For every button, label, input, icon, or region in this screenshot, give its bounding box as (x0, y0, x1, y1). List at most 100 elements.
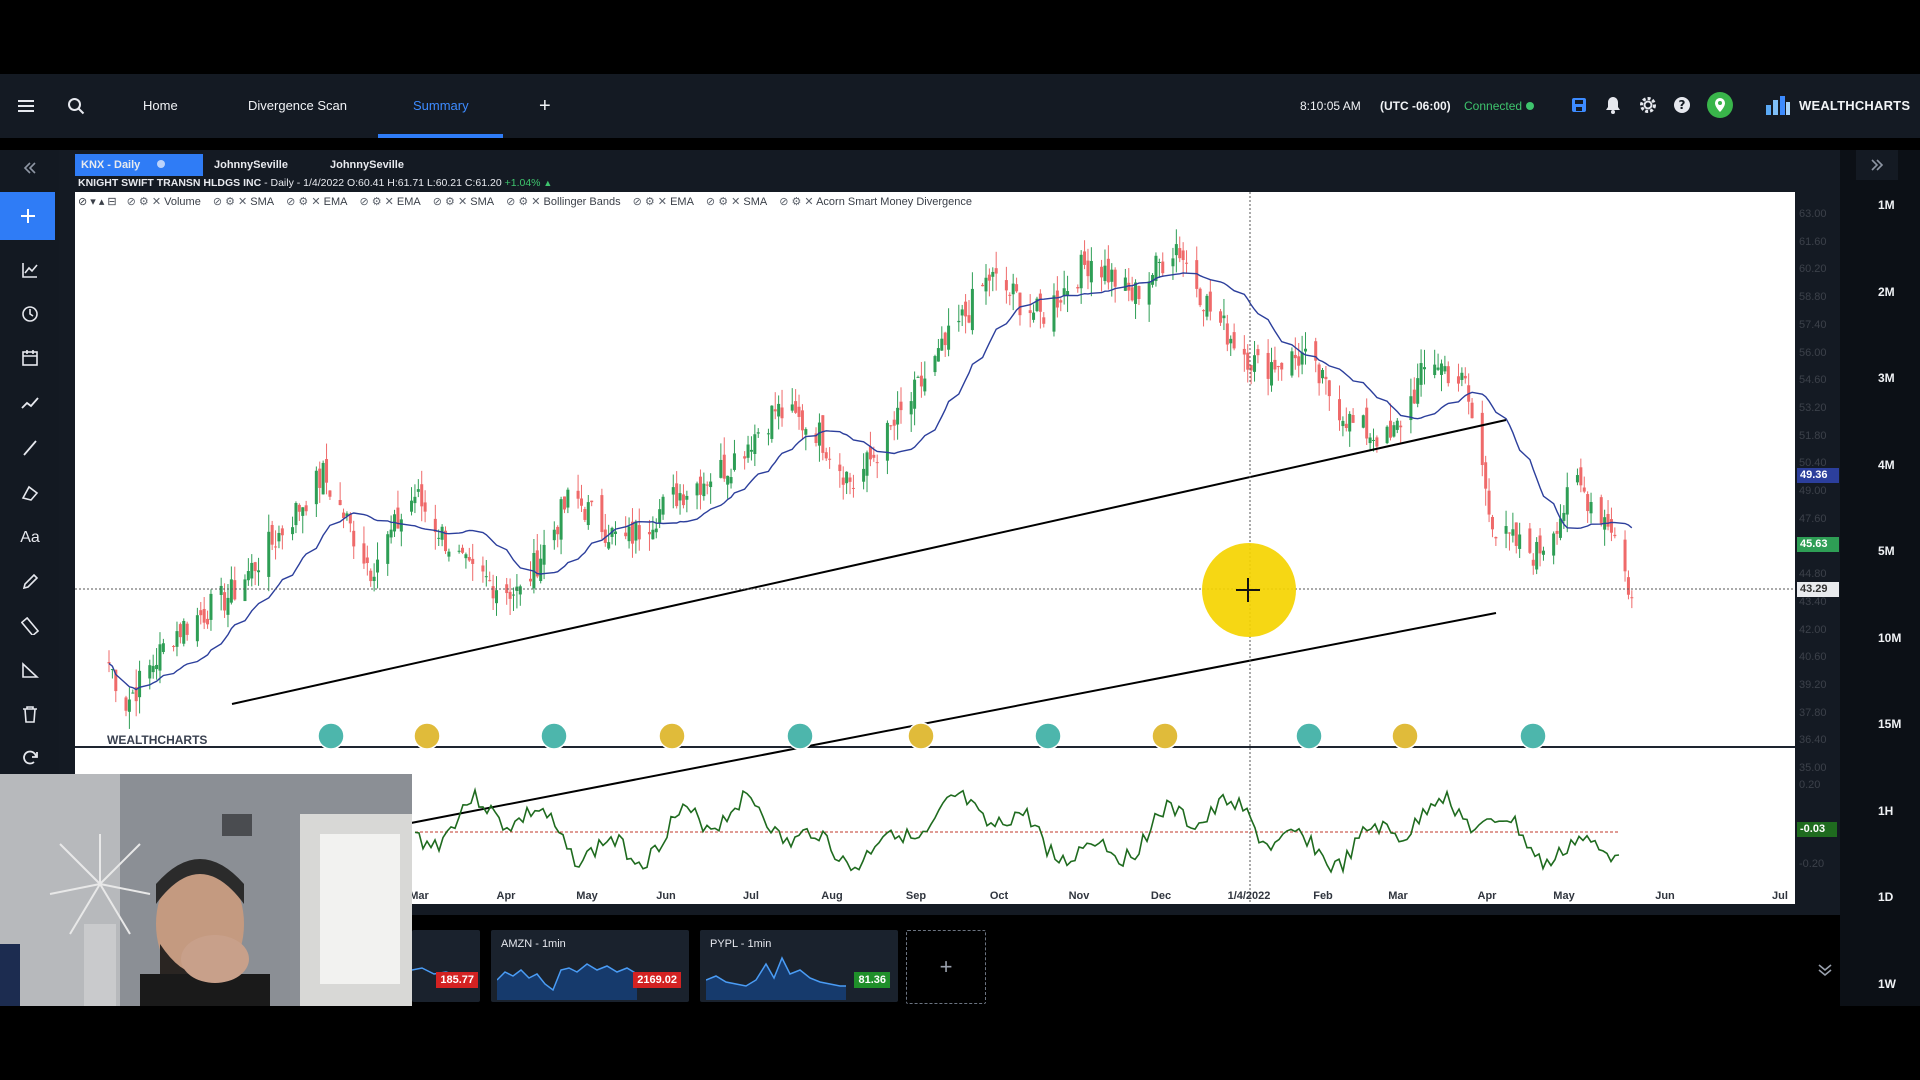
indicator-chip[interactable]: ⊘ ⚙ ✕ Acorn Smart Money Divergence (779, 196, 972, 208)
candle-body (624, 532, 628, 537)
candle-body (447, 551, 451, 557)
indicator-chip[interactable]: ⊘ ⚙ ✕ EMA (633, 196, 694, 208)
candle-body (1535, 541, 1539, 570)
indicator-toggle-icon[interactable]: ⊘ ⚙ ✕ (127, 196, 164, 208)
timeframe-option[interactable]: 2M (1878, 285, 1895, 299)
bell-icon[interactable] (1602, 94, 1624, 116)
indicator-chip[interactable]: ⊘ ⚙ ✕ EMA (286, 196, 347, 208)
timeframe-option[interactable]: 1M (1878, 198, 1895, 212)
gear-icon[interactable] (1637, 94, 1659, 116)
expand-down-icon[interactable] (1810, 955, 1840, 985)
timeframe-option[interactable]: 1D (1878, 890, 1893, 904)
collapse-right-icon[interactable] (1856, 150, 1898, 180)
indicator-chip[interactable]: ⊘ ⚙ ✕ SMA (433, 196, 494, 208)
chart-tab-johnnyseville-1[interactable]: JohnnySeville (214, 154, 288, 176)
watchlist-card-pypl[interactable]: PYPL - 1min 81.36 (700, 930, 898, 1002)
candle-body (1460, 372, 1464, 380)
candle-body (481, 565, 485, 572)
candle-body (556, 526, 560, 535)
help-icon[interactable]: ? (1671, 94, 1693, 116)
webcam-video (0, 774, 412, 1006)
add-drawing-button[interactable] (0, 192, 55, 240)
event-marker-icon (907, 722, 935, 750)
candle-body (155, 664, 159, 670)
add-widget-button[interactable]: + (906, 930, 986, 1004)
candle-body (362, 543, 366, 564)
pencil-icon[interactable] (18, 570, 42, 594)
indicator-controls[interactable]: ⊘ ▾ ▴ ⊟ (78, 196, 117, 208)
indicator-chip[interactable]: ⊘ ⚙ ✕ EMA (359, 196, 420, 208)
candle-body (1157, 261, 1161, 263)
measure-icon[interactable] (18, 658, 42, 682)
collapse-left-icon[interactable] (18, 158, 42, 178)
indicator-chip[interactable]: ⊘ ⚙ ✕ Volume (127, 196, 201, 208)
tab-home[interactable]: Home (143, 74, 178, 138)
refresh-icon[interactable] (18, 746, 42, 770)
candle-body (246, 571, 250, 581)
shapes-icon[interactable] (18, 481, 42, 505)
timeframe-option[interactable]: 4M (1878, 458, 1895, 472)
candle-body (681, 494, 685, 506)
watchlist-card-amzn[interactable]: AMZN - 1min 2169.02 (491, 930, 689, 1002)
calendar-icon[interactable] (18, 346, 42, 370)
clock-icon[interactable] (18, 302, 42, 326)
event-marker-icon (1391, 722, 1419, 750)
menu-icon[interactable] (14, 94, 38, 118)
candle-body (1365, 407, 1369, 439)
candle-body (705, 484, 709, 486)
timeframe-option[interactable]: 1H (1878, 804, 1893, 818)
search-icon[interactable] (64, 94, 88, 118)
candle-body (1174, 244, 1178, 256)
indicator-toggle-icon[interactable]: ⊘ ⚙ ✕ (433, 196, 470, 208)
indicator-toggle-icon[interactable]: ⊘ ⚙ ✕ (359, 196, 396, 208)
indicator-toggle-icon[interactable]: ⊘ ⚙ ✕ (506, 196, 543, 208)
line-tool-icon[interactable] (18, 436, 42, 460)
location-icon[interactable] (1707, 92, 1733, 118)
indicator-toggle-icon[interactable]: ⊘ ⚙ ✕ (779, 196, 816, 208)
tab-divergence-scan[interactable]: Divergence Scan (248, 74, 347, 138)
candle-body (226, 597, 230, 615)
price-badge: 45.63 (1797, 537, 1839, 552)
indicator-toggle-icon[interactable]: ⊘ ⚙ ✕ (633, 196, 670, 208)
close-tab-icon[interactable] (157, 160, 166, 168)
indicator-toggle-icon[interactable]: ⊘ ⚙ ✕ (706, 196, 743, 208)
candle-body (219, 585, 223, 595)
timeframe-option[interactable]: 15M (1878, 717, 1901, 731)
indicator-chip[interactable]: ⊘ ⚙ ✕ SMA (213, 196, 274, 208)
candle-body (909, 401, 913, 415)
chart-tab-johnnyseville-2[interactable]: JohnnySeville (330, 154, 404, 176)
trend-icon[interactable] (18, 391, 42, 415)
timeframe-option[interactable]: 3M (1878, 371, 1895, 385)
timeframe-option[interactable]: 1W (1878, 977, 1896, 991)
chart-tab-knx[interactable]: KNX - Daily (75, 154, 203, 176)
timeframe-option[interactable]: 10M (1878, 631, 1901, 645)
text-tool-icon[interactable]: Aa (15, 526, 45, 550)
indicator-chip[interactable]: ⊘ ⚙ ✕ Bollinger Bands (506, 196, 621, 208)
indicator-toggle-icon[interactable]: ⊘ ⚙ ✕ (213, 196, 250, 208)
candle-body (488, 580, 492, 582)
candle-body (1229, 338, 1233, 344)
candle-body (539, 558, 543, 582)
candle-body (396, 507, 400, 529)
add-widget-label: + (939, 954, 953, 979)
save-icon[interactable] (1568, 94, 1590, 116)
ruler-icon[interactable] (18, 614, 42, 638)
candle-body (1327, 380, 1331, 397)
candle-body (1253, 355, 1257, 372)
indicator-toggle-icon[interactable]: ⊘ ⚙ ✕ (286, 196, 323, 208)
candle-body (1582, 487, 1586, 492)
candle-body (158, 644, 162, 671)
price-axis-label: 36.40 (1799, 734, 1827, 747)
candle-body (1504, 526, 1508, 534)
candle-body (1004, 280, 1008, 291)
timeframe-option[interactable]: 5M (1878, 544, 1895, 558)
chart-type-icon[interactable] (18, 258, 42, 282)
price-axis-label: 54.60 (1799, 374, 1827, 387)
indicator-chip[interactable]: ⊘ ⚙ ✕ SMA (706, 196, 767, 208)
candle-body (1422, 367, 1426, 370)
candle-body (274, 546, 278, 548)
trash-icon[interactable] (18, 702, 42, 726)
watchlist-card-1[interactable]: 185.77 (412, 930, 480, 1002)
tab-summary[interactable]: Summary (413, 74, 469, 138)
add-tab-button[interactable]: + (539, 74, 551, 138)
